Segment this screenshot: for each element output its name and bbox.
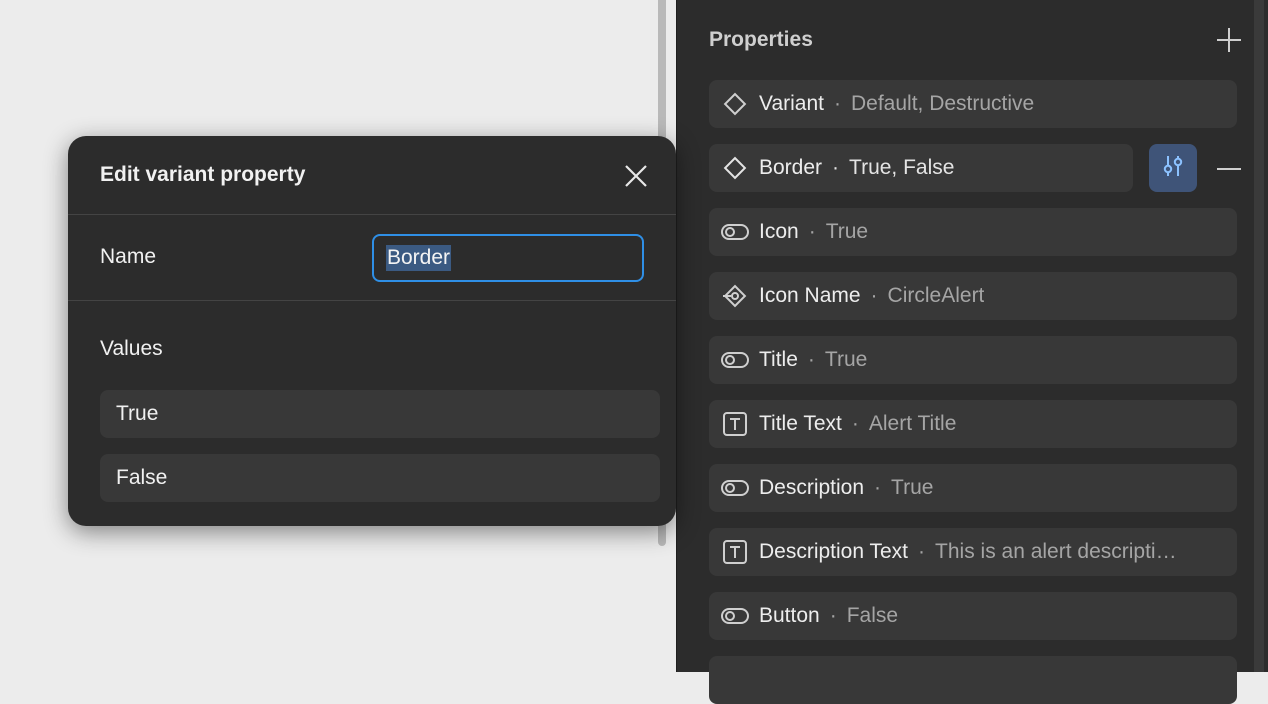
property-separator: · — [807, 348, 815, 371]
property-value: Alert Title — [868, 412, 957, 435]
property-separator: · — [918, 540, 926, 563]
property-row-variant[interactable]: Variant · Default, Destructive — [709, 80, 1237, 128]
name-input[interactable]: Border — [372, 234, 644, 282]
property-value: True — [824, 348, 868, 371]
property-value: False — [846, 604, 899, 627]
panel-scrollbar[interactable] — [1254, 0, 1264, 672]
property-value: Default, Destructive — [850, 92, 1035, 115]
boolean-toggle-icon — [721, 346, 749, 374]
dialog-title: Edit variant property — [100, 163, 306, 186]
edit-property-button[interactable] — [1149, 144, 1197, 192]
close-button[interactable] — [624, 164, 648, 188]
name-label: Name — [100, 245, 157, 268]
values-label: Values — [100, 337, 163, 360]
property-row-button[interactable]: Button · False — [709, 592, 1237, 640]
text-icon — [721, 538, 749, 566]
boolean-toggle-icon — [721, 218, 749, 246]
property-row-partial[interactable] — [709, 656, 1237, 704]
property-name: Icon — [759, 220, 799, 243]
property-separator: · — [874, 476, 882, 499]
property-separator: · — [833, 92, 841, 115]
property-row-title[interactable]: Title · True — [709, 336, 1237, 384]
property-row-description[interactable]: Description · True — [709, 464, 1237, 512]
property-row-icon[interactable]: Icon · True — [709, 208, 1237, 256]
boolean-toggle-icon — [721, 474, 749, 502]
property-name: Button — [759, 604, 820, 627]
add-property-button[interactable] — [1215, 26, 1243, 54]
property-row-border[interactable]: Border · True, False — [709, 144, 1133, 192]
property-separator: · — [832, 156, 840, 179]
variant-diamond-icon — [721, 90, 749, 118]
instance-swap-icon — [721, 282, 749, 310]
variant-diamond-icon — [721, 154, 749, 182]
edit-variant-property-dialog: Edit variant property Name Border Values… — [68, 136, 676, 526]
text-icon — [721, 410, 749, 438]
property-value: True — [825, 220, 869, 243]
property-value: CircleAlert — [887, 284, 985, 307]
dialog-divider — [68, 214, 676, 215]
value-item-false[interactable]: False — [100, 454, 660, 502]
property-name: Icon Name — [759, 284, 861, 307]
dialog-divider — [68, 300, 676, 301]
property-row-description-text[interactable]: Description Text · This is an alert desc… — [709, 528, 1237, 576]
name-input-value: Border — [386, 245, 452, 271]
property-value: This is an alert descripti… — [935, 540, 1177, 563]
boolean-toggle-icon — [721, 602, 749, 630]
property-separator: · — [851, 412, 859, 435]
property-name: Title — [759, 348, 798, 371]
property-name: Description Text — [759, 540, 909, 563]
property-name: Variant — [759, 92, 824, 115]
properties-title: Properties — [709, 28, 813, 51]
properties-panel: Properties Variant · Default, Destructiv… — [676, 0, 1268, 704]
adjust-sliders-icon — [1159, 152, 1187, 185]
property-row-icon-name[interactable]: Icon Name · CircleAlert — [709, 272, 1237, 320]
property-value: True — [891, 476, 934, 499]
property-name: Title Text — [759, 412, 842, 435]
value-item-true[interactable]: True — [100, 390, 660, 438]
property-separator: · — [829, 604, 837, 627]
close-icon — [624, 165, 648, 192]
property-name: Description — [759, 476, 865, 499]
property-value: True, False — [849, 156, 955, 179]
property-row-title-text[interactable]: Title Text · Alert Title — [709, 400, 1237, 448]
property-separator: · — [870, 284, 878, 307]
remove-property-button[interactable] — [1215, 155, 1243, 183]
property-name: Border — [759, 156, 823, 179]
property-separator: · — [808, 220, 816, 243]
